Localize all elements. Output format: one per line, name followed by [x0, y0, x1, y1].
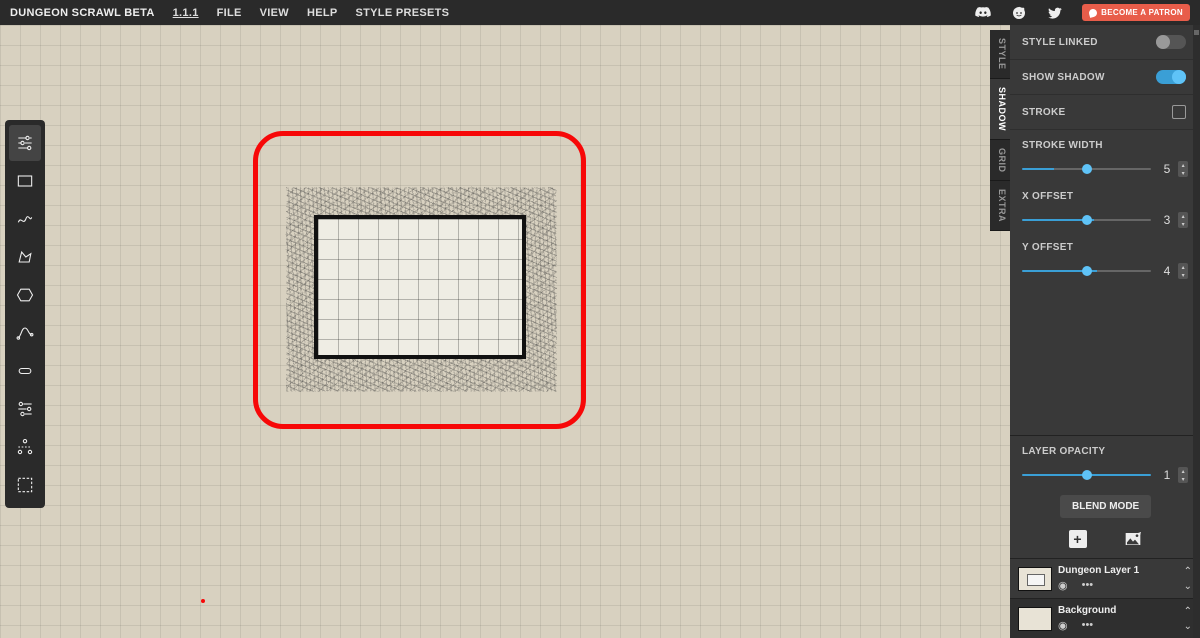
label-stroke-width: STROKE WIDTH	[1022, 140, 1188, 151]
layer-name: Dungeon Layer 1	[1058, 565, 1178, 576]
tab-style[interactable]: STYLE	[990, 30, 1010, 79]
selection-highlight	[253, 131, 586, 429]
slider-stroke-width[interactable]	[1022, 168, 1151, 170]
stepper-layer-opacity[interactable]	[1178, 467, 1188, 483]
discord-icon[interactable]	[974, 4, 992, 22]
stepper-stroke-width[interactable]	[1178, 161, 1188, 177]
label-style-linked: STYLE LINKED	[1022, 37, 1098, 48]
canvas-area[interactable]	[0, 25, 1010, 638]
reddit-icon[interactable]	[1010, 4, 1028, 22]
label-layer-opacity: LAYER OPACITY	[1022, 446, 1188, 457]
tool-polygon[interactable]	[9, 239, 41, 275]
toggle-style-linked[interactable]	[1156, 35, 1186, 49]
menu-view[interactable]: VIEW	[260, 7, 289, 19]
group-stroke-width: STROKE WIDTH 5	[1010, 130, 1200, 181]
tab-extra[interactable]: EXTRA	[990, 181, 1010, 231]
cursor-marker	[201, 599, 205, 603]
label-x-offset: X OFFSET	[1022, 191, 1188, 202]
add-image-layer-button[interactable]: +	[1124, 530, 1142, 548]
label-y-offset: Y OFFSET	[1022, 242, 1188, 253]
visibility-icon[interactable]: ◉	[1058, 579, 1068, 592]
app-header: DUNGEON SCRAWL BETA 1.1.1 FILE VIEW HELP…	[0, 0, 1200, 25]
svg-text:+: +	[1138, 532, 1141, 537]
group-layer-opacity: LAYER OPACITY 1	[1010, 436, 1200, 487]
visibility-icon[interactable]: ◉	[1058, 619, 1068, 632]
tool-sidebar	[5, 120, 45, 508]
menu-style-presets[interactable]: STYLE PRESETS	[356, 7, 450, 19]
layer-dungeon-1[interactable]: Dungeon Layer 1 ◉ ••• ⌃ ⌄	[1010, 558, 1200, 598]
row-stroke: STROKE	[1010, 95, 1200, 130]
tool-path[interactable]	[9, 315, 41, 351]
slider-x-offset[interactable]	[1022, 219, 1151, 221]
move-layer-up[interactable]: ⌃	[1184, 566, 1192, 577]
tool-sliders[interactable]	[9, 391, 41, 427]
layer-thumb-icon	[1018, 567, 1052, 591]
slider-y-offset[interactable]	[1022, 270, 1151, 272]
stepper-y-offset[interactable]	[1178, 263, 1188, 279]
value-y-offset: 4	[1159, 264, 1170, 278]
row-show-shadow: SHOW SHADOW	[1010, 60, 1200, 95]
tool-rectangle[interactable]	[9, 163, 41, 199]
tool-select[interactable]	[9, 467, 41, 503]
more-icon[interactable]: •••	[1082, 579, 1094, 592]
tool-hexagon[interactable]	[9, 277, 41, 313]
layer-section: LAYER OPACITY 1 BLEND MODE + + Dungeon L…	[1010, 435, 1200, 638]
value-x-offset: 3	[1159, 213, 1170, 227]
twitter-icon[interactable]	[1046, 4, 1064, 22]
panel-scrollbar[interactable]	[1193, 25, 1200, 638]
blend-mode-button[interactable]: BLEND MODE	[1060, 495, 1151, 518]
label-stroke: STROKE	[1022, 107, 1065, 118]
layer-name: Background	[1058, 605, 1178, 616]
tab-shadow[interactable]: SHADOW	[990, 79, 1010, 140]
patron-label: BECOME A PATRON	[1101, 8, 1183, 17]
slider-layer-opacity[interactable]	[1022, 474, 1151, 476]
checkbox-stroke[interactable]	[1172, 105, 1186, 119]
toggle-show-shadow[interactable]	[1156, 70, 1186, 84]
version-link[interactable]: 1.1.1	[173, 7, 199, 19]
properties-panel: STYLE SHADOW GRID EXTRA STYLE LINKED SHO…	[1010, 25, 1200, 638]
tool-freehand[interactable]	[9, 201, 41, 237]
menu-file[interactable]: FILE	[217, 7, 242, 19]
move-layer-up[interactable]: ⌃	[1184, 606, 1192, 617]
tool-eraser[interactable]	[9, 353, 41, 389]
add-layer-button[interactable]: +	[1069, 530, 1087, 548]
label-show-shadow: SHOW SHADOW	[1022, 72, 1105, 83]
layer-thumb-icon	[1018, 607, 1052, 631]
group-x-offset: X OFFSET 3	[1010, 181, 1200, 232]
value-layer-opacity: 1	[1159, 468, 1170, 482]
move-layer-down[interactable]: ⌄	[1184, 621, 1192, 632]
group-y-offset: Y OFFSET 4	[1010, 232, 1200, 283]
move-layer-down[interactable]: ⌄	[1184, 581, 1192, 592]
side-tab-strip: STYLE SHADOW GRID EXTRA	[990, 30, 1010, 231]
tool-nodes[interactable]	[9, 429, 41, 465]
menu-help[interactable]: HELP	[307, 7, 338, 19]
tab-grid[interactable]: GRID	[990, 140, 1010, 182]
value-stroke-width: 5	[1159, 162, 1170, 176]
more-icon[interactable]: •••	[1082, 619, 1094, 632]
app-title: DUNGEON SCRAWL BETA	[10, 7, 155, 19]
layer-background[interactable]: Background ◉ ••• ⌃ ⌄	[1010, 598, 1200, 638]
stepper-x-offset[interactable]	[1178, 212, 1188, 228]
tool-settings[interactable]	[9, 125, 41, 161]
row-style-linked: STYLE LINKED	[1010, 25, 1200, 60]
become-patron-button[interactable]: BECOME A PATRON	[1082, 4, 1190, 21]
